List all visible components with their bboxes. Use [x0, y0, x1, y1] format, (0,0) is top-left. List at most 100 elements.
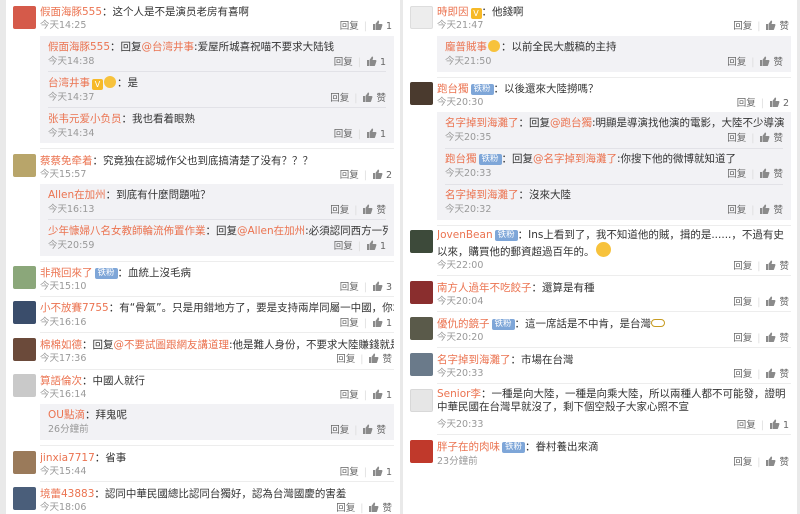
commenter-name[interactable]: 南方人過年不吃餃子 — [437, 282, 532, 294]
avatar[interactable] — [410, 230, 433, 253]
thumbs-up-icon[interactable] — [765, 296, 776, 306]
reply-button[interactable]: 回复 — [340, 390, 359, 401]
reply-button[interactable]: 回复 — [330, 425, 349, 436]
avatar[interactable] — [410, 6, 433, 29]
commenter-name[interactable]: 境蕾43883 — [40, 488, 94, 500]
reply-button[interactable]: 回复 — [340, 21, 359, 32]
avatar[interactable] — [410, 353, 433, 376]
thumbs-up-icon[interactable] — [759, 168, 770, 178]
avatar[interactable] — [410, 281, 433, 304]
thumbs-up-icon[interactable] — [765, 456, 776, 466]
commenter-name[interactable]: 跑台獨 — [445, 153, 477, 165]
thumbs-up-icon[interactable] — [765, 20, 776, 30]
reply-button[interactable]: 回复 — [727, 133, 746, 144]
reply-button[interactable]: 回复 — [340, 282, 359, 293]
reply-button[interactable]: 回复 — [334, 241, 353, 252]
commenter-name[interactable]: 棉棉如德 — [40, 339, 82, 351]
avatar[interactable] — [410, 389, 433, 412]
mention-link[interactable]: @Allen在加州 — [237, 225, 305, 237]
commenter-name[interactable]: Allen在加州 — [48, 189, 106, 201]
commenter-name[interactable]: 少年慷婦八名女教師輪流佈置作業 — [48, 225, 206, 237]
reply-button[interactable]: 回复 — [727, 57, 746, 68]
reply-button[interactable]: 回复 — [733, 457, 752, 468]
mention-link[interactable]: @名字掉到海灘了 — [533, 153, 617, 165]
commenter-name[interactable]: 時即因 — [437, 6, 469, 18]
mention-link[interactable]: @不要試圖跟網友講道理 — [114, 339, 230, 351]
thumbs-up-icon[interactable] — [765, 260, 776, 270]
avatar[interactable] — [13, 451, 36, 474]
thumbs-up-icon[interactable] — [368, 502, 379, 512]
reply-button[interactable]: 回复 — [340, 467, 359, 478]
thumbs-up-icon[interactable] — [372, 466, 383, 476]
thumbs-up-icon[interactable] — [759, 204, 770, 214]
commenter-name[interactable]: 名字掉到海灘了 — [445, 189, 519, 201]
avatar[interactable] — [13, 338, 36, 361]
thumbs-up-icon[interactable] — [372, 20, 383, 30]
commenter-name[interactable]: 優仇的鏡子 — [437, 318, 490, 330]
commenter-name[interactable]: 名字掉到海灘了 — [445, 117, 519, 129]
commenter-name[interactable]: 算語倫次 — [40, 375, 82, 387]
avatar[interactable] — [13, 487, 36, 510]
avatar[interactable] — [410, 440, 433, 463]
avatar[interactable] — [13, 266, 36, 289]
reply-button[interactable]: 回复 — [733, 261, 752, 272]
thumbs-up-icon[interactable] — [372, 389, 383, 399]
commenter-name[interactable]: JovenBean — [437, 229, 493, 241]
commenter-name[interactable]: 小不放賽7755 — [40, 302, 109, 314]
commenter-name[interactable]: 龐普賊事 — [445, 41, 487, 53]
reply-button[interactable]: 回复 — [340, 170, 359, 181]
thumbs-up-icon[interactable] — [372, 281, 383, 291]
thumbs-up-icon[interactable] — [372, 317, 383, 327]
reply-button[interactable]: 回复 — [737, 98, 756, 109]
avatar[interactable] — [410, 317, 433, 340]
avatar[interactable] — [410, 82, 433, 105]
thumbs-up-icon[interactable] — [362, 204, 373, 214]
reply-button[interactable]: 回复 — [733, 333, 752, 344]
commenter-name[interactable]: 假面海豚555 — [40, 6, 102, 18]
commenter-name[interactable]: Senior李 — [437, 388, 481, 400]
reply-button[interactable]: 回复 — [733, 369, 752, 380]
commenter-name[interactable]: OU點滴 — [48, 409, 85, 421]
thumbs-up-icon[interactable] — [372, 169, 383, 179]
thumbs-up-icon[interactable] — [368, 353, 379, 363]
commenter-name[interactable]: 台湾井事 — [48, 77, 90, 89]
reply-button[interactable]: 回复 — [727, 205, 746, 216]
thumbs-up-icon[interactable] — [366, 128, 377, 138]
reply-button[interactable]: 回复 — [340, 318, 359, 329]
avatar[interactable] — [13, 6, 36, 29]
commenter-name[interactable]: jinxia7717 — [40, 452, 95, 464]
thumbs-up-icon[interactable] — [366, 56, 377, 66]
avatar[interactable] — [13, 374, 36, 397]
thumbs-up-icon[interactable] — [362, 92, 373, 102]
reply-button[interactable]: 回复 — [336, 503, 355, 514]
commenter-name[interactable]: 非飛回來了 — [40, 267, 93, 279]
thumbs-up-icon[interactable] — [765, 368, 776, 378]
reply-button[interactable]: 回复 — [336, 354, 355, 365]
reply-button[interactable]: 回复 — [330, 93, 349, 104]
commenter-name[interactable]: 蔡蔡免牵着 — [40, 155, 93, 167]
thumbs-up-icon[interactable] — [769, 419, 780, 429]
reply-button[interactable]: 回复 — [737, 420, 756, 431]
reply-button[interactable]: 回复 — [727, 169, 746, 180]
commenter-name[interactable]: 跑台獨 — [437, 83, 469, 95]
thumbs-up-icon[interactable] — [366, 240, 377, 250]
commenter-name[interactable]: 胖子在的肉味 — [437, 441, 500, 453]
avatar[interactable] — [13, 301, 36, 324]
commenter-name[interactable]: 张韦元爱小负员 — [48, 113, 122, 125]
thumbs-up-icon[interactable] — [362, 424, 373, 434]
reply-button[interactable]: 回复 — [334, 57, 353, 68]
thumbs-up-icon[interactable] — [765, 332, 776, 342]
mention-link[interactable]: @跑台獨 — [550, 117, 592, 129]
avatar[interactable] — [13, 154, 36, 177]
reply-button[interactable]: 回复 — [733, 297, 752, 308]
thumbs-up-icon[interactable] — [759, 56, 770, 66]
reply-button[interactable]: 回复 — [334, 129, 353, 140]
commenter-name[interactable]: 假面海豚555 — [48, 41, 110, 53]
reply-button[interactable]: 回复 — [733, 21, 752, 32]
thumbs-up-icon[interactable] — [769, 97, 780, 107]
mention-link[interactable]: @台湾井事 — [142, 41, 195, 53]
thumbs-up-icon[interactable] — [759, 132, 770, 142]
reply-button[interactable]: 回复 — [330, 205, 349, 216]
comment-line: 優仇的鏡子 铁粉 ：這一席話是不中肯，是台灣 — [437, 317, 791, 331]
commenter-name[interactable]: 名字掉到海灘了 — [437, 354, 511, 366]
